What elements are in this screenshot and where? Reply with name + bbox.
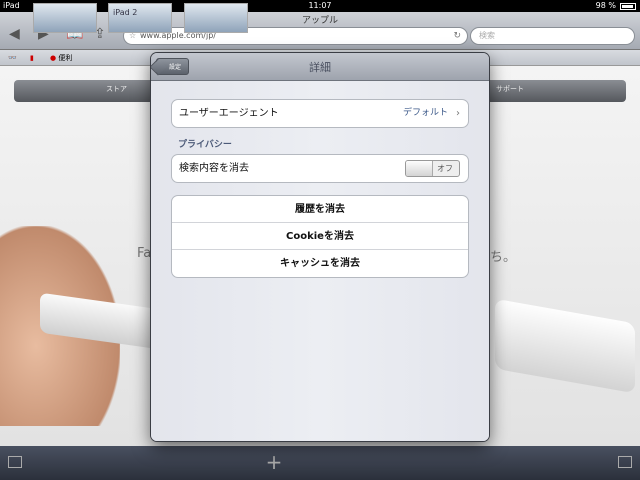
toggle-knob	[406, 161, 433, 176]
clear-cookies-button[interactable]: Cookieを消去	[172, 223, 468, 250]
popover-body: ユーザーエージェント デフォルト › プライバシー 検索内容を消去 オフ 履歴を…	[151, 81, 489, 441]
privacy-section-label: プライバシー	[178, 140, 232, 150]
clear-cache-button[interactable]: キャッシュを消去	[172, 250, 468, 277]
advanced-settings-popover: 設定 詳細 ユーザーエージェント デフォルト › プライバシー 検索内容を消去 …	[151, 53, 489, 441]
clear-data-group: 履歴を消去 Cookieを消去 キャッシュを消去	[171, 195, 469, 278]
user-agent-row[interactable]: ユーザーエージェント デフォルト ›	[172, 100, 468, 127]
user-agent-value: デフォルト	[402, 108, 448, 118]
user-agent-label: ユーザーエージェント	[179, 108, 279, 119]
clear-search-row: 検索内容を消去 オフ	[172, 155, 468, 182]
user-agent-group: ユーザーエージェント デフォルト ›	[171, 99, 469, 128]
clear-history-button[interactable]: 履歴を消去	[172, 196, 468, 223]
popover-header: 設定 詳細	[151, 53, 489, 81]
clear-search-toggle[interactable]: オフ	[405, 160, 460, 177]
popover-title: 詳細	[309, 61, 331, 74]
chevron-right-icon: ›	[456, 108, 460, 119]
toggle-state: オフ	[437, 164, 453, 173]
clear-search-label: 検索内容を消去	[179, 163, 249, 174]
privacy-group: 検索内容を消去 オフ	[171, 154, 469, 183]
